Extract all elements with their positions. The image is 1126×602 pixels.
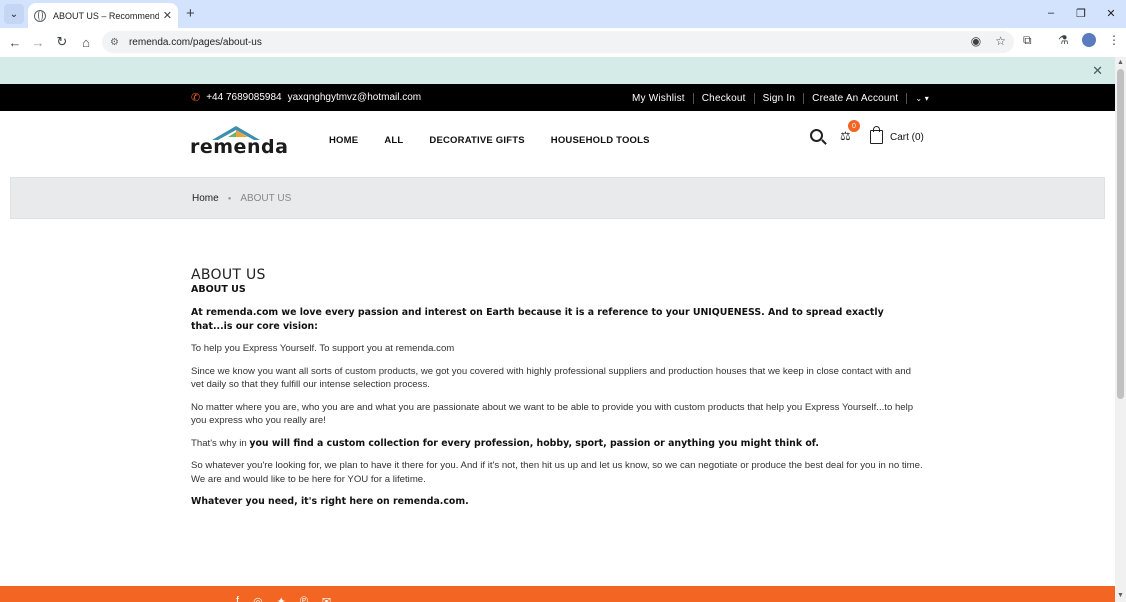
reload-icon[interactable]: ↻: [53, 33, 71, 51]
search-icon[interactable]: [810, 129, 827, 145]
phone-icon: ✆: [191, 92, 201, 104]
page-viewport: ✕ ✆ +44 7689085984 yaxqnghgytmvz@hotmail…: [0, 57, 1115, 602]
closing-paragraph: Whatever you need, it's right here on re…: [191, 496, 469, 507]
nav-home[interactable]: HOME: [329, 135, 358, 146]
page-scrollbar[interactable]: ▲ ▼: [1115, 57, 1126, 602]
contact-info: ✆ +44 7689085984 yaxqnghgytmvz@hotmail.c…: [191, 91, 421, 104]
paragraph-4-strong: you will find a custom collection for ev…: [249, 437, 819, 449]
create-account-link[interactable]: Create An Account: [804, 93, 908, 104]
email-icon[interactable]: ✉: [322, 595, 331, 602]
profile-avatar[interactable]: [1082, 33, 1096, 47]
new-tab-button[interactable]: +: [186, 5, 195, 22]
extensions-icon[interactable]: ⧉: [1023, 33, 1032, 48]
paragraph-4-lead: That's why in: [191, 437, 250, 449]
sign-in-link[interactable]: Sign In: [755, 93, 805, 104]
facebook-icon[interactable]: f: [236, 595, 239, 602]
close-icon[interactable]: ✕: [1092, 63, 1103, 79]
scroll-down-icon[interactable]: ▼: [1117, 592, 1124, 599]
pinterest-icon[interactable]: ℗: [300, 595, 308, 602]
minimize-button[interactable]: –: [1036, 0, 1066, 26]
globe-icon: [34, 9, 46, 22]
compare-count-badge: 0: [848, 120, 860, 132]
currency-dropdown[interactable]: ⌄ ▾: [907, 94, 929, 103]
breadcrumb: Home ● ABOUT US: [192, 193, 291, 204]
page-title: ABOUT US: [191, 267, 266, 283]
browser-tabstrip: ⌄ ABOUT US – Recommendation ✕ + – ❐ ✕: [0, 0, 1126, 28]
breadcrumb-container: Home ● ABOUT US: [10, 177, 1105, 219]
browser-toolbar: ← → ↻ ⌂ ⚙ remenda.com/pages/about-us ◉ ☆…: [0, 28, 1126, 56]
paragraph-2: Since we know you want all sorts of cust…: [191, 365, 911, 391]
phone-number: +44 7689085984: [206, 92, 282, 103]
close-tab-icon[interactable]: ✕: [163, 9, 172, 22]
bookmark-star-icon[interactable]: ☆: [995, 34, 1006, 48]
close-window-button[interactable]: ✕: [1096, 0, 1126, 26]
browser-tab-active[interactable]: ABOUT US – Recommendation ✕: [28, 3, 178, 28]
eye-off-icon[interactable]: ◉: [971, 34, 981, 48]
forward-icon[interactable]: →: [29, 33, 47, 51]
breadcrumb-home[interactable]: Home: [192, 193, 219, 204]
nav-decorative-gifts[interactable]: DECORATIVE GIFTS: [429, 135, 524, 146]
nav-all[interactable]: ALL: [384, 135, 403, 146]
header-actions: ⚖ 0 Cart (0): [810, 120, 924, 145]
about-content: ABOUT US ABOUT US At remenda.com we love…: [191, 267, 926, 518]
twitter-icon[interactable]: ✦: [277, 595, 286, 602]
home-icon[interactable]: ⌂: [77, 33, 95, 51]
window-controls: – ❐ ✕: [1036, 0, 1126, 28]
menu-kebab-icon[interactable]: ⋮: [1108, 33, 1120, 47]
breadcrumb-current: ABOUT US: [240, 193, 292, 204]
top-bar: ✆ +44 7689085984 yaxqnghgytmvz@hotmail.c…: [0, 84, 1115, 111]
page-subtitle: ABOUT US: [191, 284, 246, 295]
intro-paragraph: At remenda.com we love every passion and…: [191, 307, 884, 332]
account-links: My Wishlist Checkout Sign In Create An A…: [632, 93, 929, 104]
site-info-icon[interactable]: ⚙: [110, 37, 119, 48]
tab-title: ABOUT US – Recommendation: [53, 10, 159, 21]
back-icon[interactable]: ←: [6, 33, 24, 51]
scrollbar-thumb[interactable]: [1117, 69, 1124, 399]
restore-button[interactable]: ❐: [1066, 0, 1096, 26]
email-address[interactable]: yaxqnghgytmvz@hotmail.com: [288, 92, 422, 103]
paragraph-4: That's why in you will find a custom col…: [191, 437, 926, 451]
checkout-link[interactable]: Checkout: [694, 93, 755, 104]
instagram-icon[interactable]: ◎: [253, 595, 263, 602]
site-logo[interactable]: remenda: [190, 125, 288, 158]
announcement-bar: ✕: [0, 57, 1115, 84]
logo-text: remenda: [190, 136, 289, 158]
breadcrumb-separator-icon: ●: [227, 195, 232, 202]
compare-icon[interactable]: ⚖ 0: [840, 120, 860, 145]
paragraph-1: To help you Express Yourself. To support…: [191, 343, 455, 354]
social-links: f ◎ ✦ ℗ ✉: [236, 595, 331, 602]
address-bar[interactable]: ⚙ remenda.com/pages/about-us ◉ ☆: [102, 31, 1014, 53]
labs-icon[interactable]: ⚗: [1058, 33, 1069, 47]
cart-label[interactable]: Cart (0): [890, 132, 924, 143]
tab-search-button[interactable]: ⌄: [4, 4, 24, 24]
nav-household-tools[interactable]: HOUSEHOLD TOOLS: [551, 135, 650, 146]
scroll-up-icon[interactable]: ▲: [1117, 59, 1124, 66]
main-navigation: HOME ALL DECORATIVE GIFTS HOUSEHOLD TOOL…: [329, 135, 650, 146]
site-footer: f ◎ ✦ ℗ ✉: [0, 586, 1115, 602]
paragraph-3: No matter where you are, who you are and…: [191, 401, 914, 427]
wishlist-link[interactable]: My Wishlist: [632, 93, 694, 104]
url-text: remenda.com/pages/about-us: [128, 36, 262, 48]
paragraph-5: So whatever you're looking for, we plan …: [191, 460, 923, 485]
site-header: remenda HOME ALL DECORATIVE GIFTS HOUSEH…: [0, 111, 1115, 170]
cart-bag-icon[interactable]: [870, 126, 883, 144]
